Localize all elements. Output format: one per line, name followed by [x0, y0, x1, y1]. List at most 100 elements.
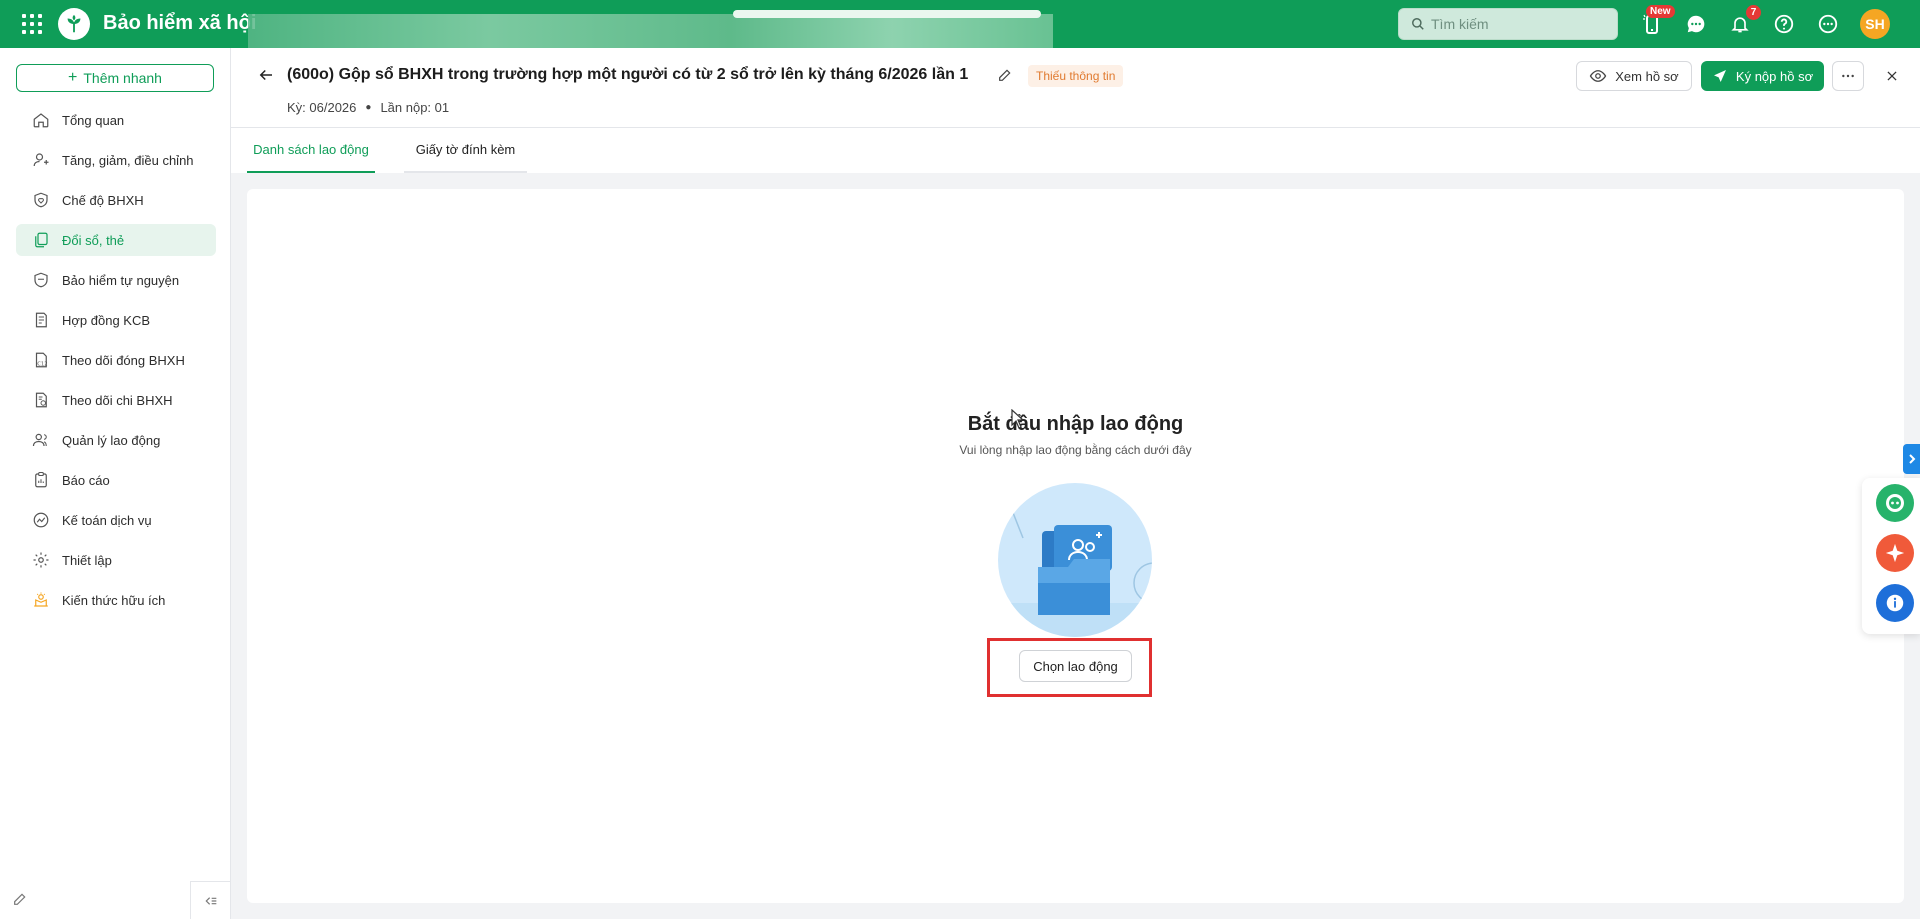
sidebar-item-useful-knowledge[interactable]: Kiến thức hữu ích [16, 584, 216, 616]
info-icon [1886, 594, 1904, 612]
view-profile-button[interactable]: Xem hồ sơ [1576, 61, 1692, 91]
main-content: Bắt đầu nhập lao động Vui lòng nhập lao … [247, 189, 1904, 903]
sparkle-icon [1885, 543, 1905, 563]
sidebar-item-track-payment[interactable]: C12 Theo dõi đóng BHXH [16, 344, 216, 376]
sidebar-item-label: Đổi sổ, thẻ [62, 232, 125, 248]
sidebar-item-label: Kiến thức hữu ích [62, 592, 166, 608]
quick-add-label: Thêm nhanh [83, 70, 162, 86]
sidebar-item-label: Tăng, giảm, điều chỉnh [62, 152, 194, 168]
notification-count-badge: 7 [1746, 5, 1761, 20]
sidebar-item-service-accounting[interactable]: Kế toán dịch vụ [16, 504, 216, 536]
sidebar-item-label: Kế toán dịch vụ [62, 512, 152, 528]
sign-submit-label: Ký nộp hồ sơ [1735, 68, 1814, 84]
user-adjust-icon [33, 153, 49, 167]
document-meta: Kỳ: 06/2026 ● Lần nộp: 01 [287, 100, 449, 115]
submission-label: Lần nộp: 01 [380, 100, 450, 115]
search-input[interactable] [1431, 16, 1611, 32]
sidebar-item-track-spending[interactable]: Theo dõi chi BHXH [16, 384, 216, 416]
sidebar-item-label: Báo cáo [62, 472, 110, 488]
search-box[interactable] [1398, 8, 1618, 40]
tab-attachments[interactable]: Giấy tờ đính kèm [404, 128, 527, 173]
sidebar-item-label: Bảo hiểm tự nguyện [62, 272, 180, 288]
sidebar-item-label: Tổng quan [62, 112, 125, 128]
sidebar-item-kcb-contract[interactable]: Hợp đồng KCB [16, 304, 216, 336]
logo-plant-icon [67, 14, 81, 33]
sidebar-item-report[interactable]: Báo cáo [16, 464, 216, 496]
eye-icon [1590, 70, 1607, 82]
sidebar-item-label: Chế độ BHXH [62, 192, 144, 208]
new-badge: New [1646, 5, 1675, 18]
mouse-cursor-icon [1011, 409, 1025, 429]
empty-folder-illustration [998, 483, 1152, 637]
right-panel-toggle[interactable] [1903, 444, 1920, 474]
doc-money-icon [35, 392, 47, 408]
sidebar-item-labor-management[interactable]: Quản lý lao động [16, 424, 216, 456]
choose-labor-button[interactable]: Chọn lao động [1019, 650, 1132, 682]
lightbulb-book-icon [34, 592, 48, 607]
sidebar-item-settings[interactable]: Thiết lập [16, 544, 216, 576]
back-button[interactable] [255, 64, 277, 86]
sidebar-item-label: Hợp đồng KCB [62, 312, 151, 328]
info-button[interactable] [1876, 584, 1914, 622]
sign-submit-button[interactable]: Ký nộp hồ sơ [1701, 61, 1824, 91]
more-apps-icon[interactable] [1816, 12, 1840, 36]
app-grid-icon[interactable] [22, 14, 42, 34]
copy-card-icon [35, 232, 48, 248]
home-icon [33, 113, 49, 128]
chat-icon[interactable] [1684, 12, 1708, 36]
empty-state-subtitle: Vui lòng nhập lao động bằng cách dưới đâ… [959, 443, 1192, 457]
empty-state-title: Bắt đầu nhập lao động [967, 413, 1184, 435]
user-avatar[interactable]: SH [1860, 9, 1890, 39]
status-badge: Thiếu thông tin [1028, 65, 1124, 87]
sidebar-item-bhxh-regime[interactable]: Chế độ BHXH [16, 184, 216, 216]
close-icon [1887, 71, 1897, 81]
floating-tools-panel [1862, 478, 1920, 634]
c12-doc-icon: C12 [35, 352, 48, 368]
ellipsis-icon [1842, 74, 1854, 78]
blurred-region-highlight [733, 10, 1041, 18]
collapse-sidebar-button[interactable] [190, 881, 230, 919]
sidebar-item-overview[interactable]: Tổng quan [16, 104, 216, 136]
help-icon[interactable] [1772, 12, 1796, 36]
chatbot-button[interactable] [1876, 484, 1914, 522]
blurred-region [248, 14, 1053, 48]
pencil-icon[interactable] [997, 67, 1015, 85]
page-title: (600o) Gộp sổ BHXH trong trường hợp một … [287, 66, 969, 83]
ai-assistant-button[interactable] [1876, 534, 1914, 572]
collapse-icon [204, 896, 216, 905]
gear-icon [33, 552, 49, 568]
sidebar-item-label: Thiết lập [62, 552, 112, 568]
search-icon [1412, 18, 1424, 30]
page-header: (600o) Gộp sổ BHXH trong trường hợp một … [231, 48, 1920, 128]
close-button[interactable] [1881, 65, 1903, 87]
more-options-button[interactable] [1832, 61, 1864, 91]
sidebar-item-adjust[interactable]: Tăng, giảm, điều chỉnh [16, 144, 216, 176]
sidebar-item-label: Theo dõi chi BHXH [62, 392, 173, 408]
sidebar-item-voluntary-insurance[interactable]: Bảo hiểm tự nguyện [16, 264, 216, 296]
users-icon [32, 433, 47, 447]
app-logo [58, 8, 90, 40]
sidebar-item-change-book-card[interactable]: Đổi sổ, thẻ [16, 224, 216, 256]
send-icon [1713, 70, 1726, 82]
sidebar-item-label: Quản lý lao động [62, 432, 161, 448]
period-label: Kỳ: 06/2026 [287, 100, 357, 115]
view-profile-label: Xem hồ sơ [1615, 68, 1679, 84]
shield-heart-icon [34, 192, 48, 208]
plus-icon: + [68, 69, 78, 86]
top-bar: Bảo hiểm xã hội New 7 [0, 0, 1920, 48]
arrow-left-icon [259, 69, 272, 81]
tab-labor-list[interactable]: Danh sách lao động [247, 128, 375, 173]
contract-icon [35, 312, 47, 328]
sidebar-item-label: Theo dõi đóng BHXH [62, 352, 185, 368]
sidebar-nav: Tổng quan Tăng, giảm, điều chỉnh Chế độ … [16, 104, 216, 624]
chatbot-icon [1886, 494, 1904, 512]
svg-text:C12: C12 [37, 361, 47, 367]
quick-add-button[interactable]: + Thêm nhanh [16, 64, 214, 92]
tab-bar: Danh sách lao động Giấy tờ đính kèm [231, 128, 1920, 173]
chart-circle-icon [33, 512, 49, 528]
app-title: Bảo hiểm xã hội [103, 12, 257, 34]
chevron-right-icon [1908, 454, 1915, 464]
report-icon [35, 471, 47, 488]
separator-dot: ● [365, 102, 372, 113]
edit-note-icon[interactable] [8, 887, 32, 911]
